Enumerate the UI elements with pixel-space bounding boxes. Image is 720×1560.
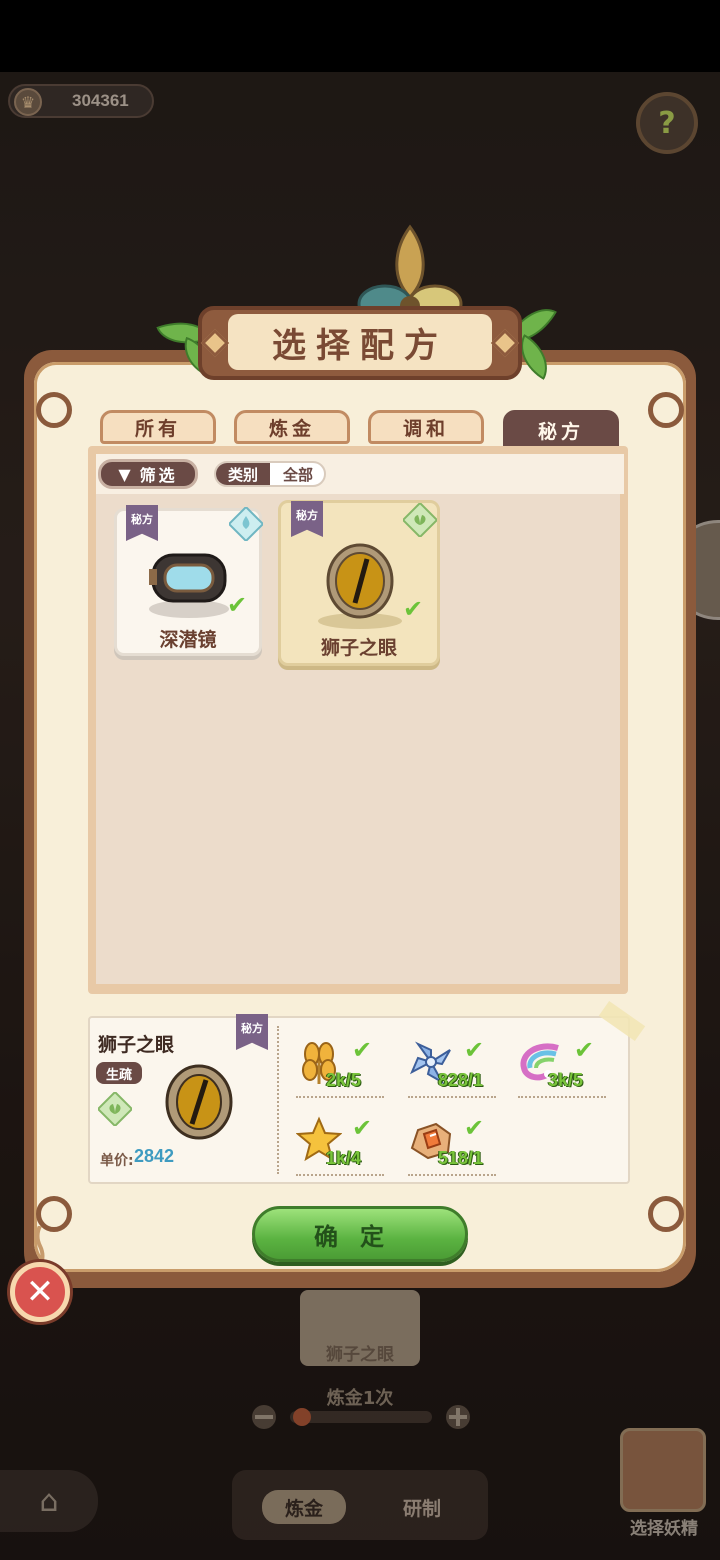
help-button[interactable]: ? [636, 92, 698, 154]
crown-coin-icon: ♛ [14, 88, 42, 116]
tab-all[interactable]: 所有 [100, 410, 216, 444]
leaf-icon [98, 1092, 132, 1126]
home-icon: ⌂ [39, 1483, 59, 1519]
unlocked-check-icon: ✔ [403, 595, 424, 623]
funnel-icon: ▼ [118, 464, 134, 484]
category-label: 类别 [216, 463, 270, 485]
check-icon: ✔ [464, 1036, 485, 1064]
background-recipe-name: 狮子之眼 [326, 1345, 394, 1365]
tab-alchemy[interactable]: 炼金 [234, 410, 350, 444]
leaf-icon [403, 503, 437, 537]
unit-price-value: 2842 [134, 1146, 175, 1166]
detail-recipe-name: 狮子之眼 [98, 1034, 175, 1056]
mode-tab-alchemy[interactable]: 炼金 [262, 1490, 346, 1524]
lion-eye-gem-icon [318, 543, 402, 629]
ingredient-divider [296, 1174, 384, 1176]
check-icon: ✔ [464, 1114, 485, 1142]
ingredient-item: ✔ 3k/5 [518, 1036, 618, 1100]
check-icon: ✔ [352, 1036, 373, 1064]
tab-blend[interactable]: 调和 [368, 410, 484, 444]
confirm-button[interactable]: 确定 [252, 1206, 468, 1262]
ingredient-count: 828/1 [438, 1070, 484, 1090]
recipe-card[interactable]: 秘方 ✔ 深潜镜 [114, 505, 263, 656]
secret-recipe-badge: 秘方 [126, 505, 158, 541]
proficiency-badge: 生疏 [96, 1062, 142, 1084]
ingredient-count: 2k/5 [326, 1070, 362, 1090]
dialog-title: 选择配方 [272, 325, 448, 366]
corner-ornament [648, 392, 684, 428]
select-fairy-label: 选择妖精 [630, 1519, 698, 1539]
rope-decoration [35, 1226, 45, 1266]
recipe-name: 深潜镜 [159, 629, 217, 651]
status-bar [0, 0, 720, 72]
ingredient-item: ✔ 2k/5 [296, 1036, 396, 1100]
ingredient-count: 518/1 [438, 1148, 484, 1168]
category-value: 全部 [282, 465, 313, 484]
close-icon: ✕ [25, 1272, 55, 1312]
filter-button-label: 筛选 [139, 466, 178, 485]
water-drop-icon [229, 507, 263, 541]
fairy-portrait[interactable] [620, 1428, 706, 1512]
craft-count-slider [252, 1405, 470, 1429]
corner-ornament [648, 1196, 684, 1232]
unlocked-check-icon: ✔ [227, 591, 248, 619]
ingredient-divider [408, 1174, 496, 1176]
home-button[interactable]: ⌂ [0, 1470, 98, 1532]
ingredient-count: 1k/4 [326, 1148, 362, 1168]
diving-goggles-icon [149, 553, 229, 618]
ingredient-item: ✔ 828/1 [408, 1036, 508, 1100]
recipe-card-selected[interactable]: 秘方 ✔ 狮子之眼 [278, 500, 440, 666]
ingredient-divider [518, 1096, 606, 1098]
question-mark-icon: ? [658, 105, 676, 141]
ingredient-divider [296, 1096, 384, 1098]
ingredient-count: 3k/5 [548, 1070, 584, 1090]
detail-divider [277, 1026, 279, 1174]
category-filter[interactable]: 类别 全部 [214, 461, 326, 487]
recipe-name: 狮子之眼 [320, 637, 397, 659]
currency-display: ♛ 304361 [8, 84, 154, 118]
currency-value: 304361 [72, 91, 129, 110]
corner-ornament [36, 392, 72, 428]
close-button[interactable]: ✕ [10, 1262, 70, 1322]
filter-button[interactable]: ▼ 筛选 [98, 459, 198, 489]
tab-secret-recipe[interactable]: 秘方 [503, 410, 619, 450]
lion-eye-gem-icon [165, 1064, 233, 1140]
unit-price-label: 单价: [100, 1153, 134, 1169]
ingredient-item: ✔ 1k/4 [296, 1114, 396, 1178]
ingredient-item: ✔ 518/1 [408, 1114, 508, 1178]
mode-tab-research[interactable]: 研制 [380, 1490, 464, 1524]
secret-recipe-badge: 秘方 [291, 501, 323, 537]
check-icon: ✔ [352, 1114, 373, 1142]
ingredient-divider [408, 1096, 496, 1098]
check-icon: ✔ [574, 1036, 595, 1064]
